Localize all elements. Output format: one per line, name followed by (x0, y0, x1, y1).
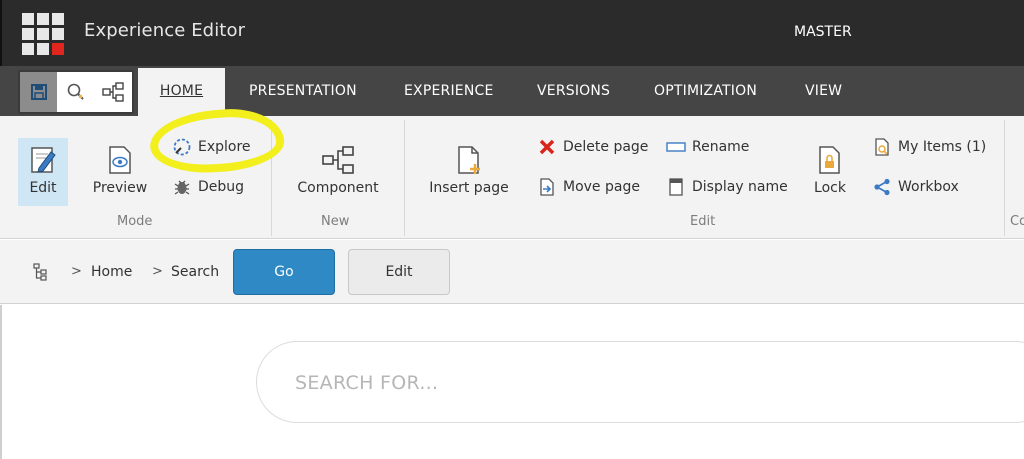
group-label-partial: Co (1010, 214, 1024, 229)
pencil-page-icon (31, 147, 56, 173)
quick-access-toolbar (18, 70, 134, 114)
chevron-right-icon: > (152, 264, 163, 279)
search-icon (67, 83, 84, 100)
rename-field-icon (666, 142, 686, 152)
search-button[interactable] (57, 72, 94, 112)
tab-view[interactable]: VIEW (805, 66, 842, 116)
edit-button[interactable]: Edit (348, 249, 450, 295)
display-name-icon (669, 178, 683, 196)
tab-presentation[interactable]: PRESENTATION (249, 66, 357, 116)
breadcrumb-item-search[interactable]: Search (171, 264, 219, 280)
save-icon (30, 84, 47, 100)
search-input[interactable] (295, 366, 895, 400)
delete-page-button[interactable]: Delete page (537, 137, 648, 157)
move-page-button[interactable]: Move page (537, 177, 640, 197)
tree-icon[interactable] (32, 262, 48, 286)
insert-page-icon (458, 146, 480, 174)
edit-mode-button[interactable]: Edit (23, 142, 63, 196)
lock-button[interactable]: Lock (810, 142, 850, 196)
hierarchy-icon (102, 82, 125, 102)
sitecore-logo-icon[interactable] (22, 13, 64, 55)
rename-button[interactable]: Rename (666, 137, 749, 157)
lock-icon (819, 146, 840, 174)
go-button[interactable]: Go (233, 249, 335, 295)
breadcrumb-item-home[interactable]: Home (91, 264, 132, 280)
tab-home[interactable]: HOME (138, 68, 225, 116)
navigate-button[interactable] (95, 72, 132, 112)
move-page-icon (540, 178, 554, 196)
my-items-icon (875, 138, 889, 156)
component-button[interactable]: Component (294, 142, 382, 196)
search-box (256, 341, 1024, 423)
database-indicator: MASTER (794, 24, 852, 40)
preview-eye-icon (109, 146, 131, 174)
my-items-button[interactable]: My Items (1) (872, 137, 986, 157)
component-icon (322, 146, 354, 174)
debug-bug-icon (174, 180, 190, 195)
chevron-right-icon: > (71, 264, 82, 279)
debug-mode-button[interactable]: Debug (172, 177, 244, 197)
group-label-mode: Mode (117, 214, 153, 229)
preview-mode-button[interactable]: Preview (90, 142, 150, 196)
save-button[interactable] (20, 72, 58, 112)
workbox-button[interactable]: Workbox (872, 177, 959, 197)
delete-x-icon (539, 139, 555, 155)
tab-optimization[interactable]: OPTIMIZATION (654, 66, 757, 116)
group-label-edit: Edit (690, 214, 716, 229)
display-name-button[interactable]: Display name (666, 177, 788, 197)
group-separator (1004, 120, 1005, 236)
workbox-share-icon (874, 178, 890, 196)
tab-experience[interactable]: EXPERIENCE (404, 66, 494, 116)
group-label-new: New (321, 214, 350, 229)
tab-versions[interactable]: VERSIONS (537, 66, 610, 116)
group-separator (404, 120, 405, 236)
app-title: Experience Editor (84, 20, 246, 41)
insert-page-button[interactable]: Insert page (428, 142, 510, 196)
